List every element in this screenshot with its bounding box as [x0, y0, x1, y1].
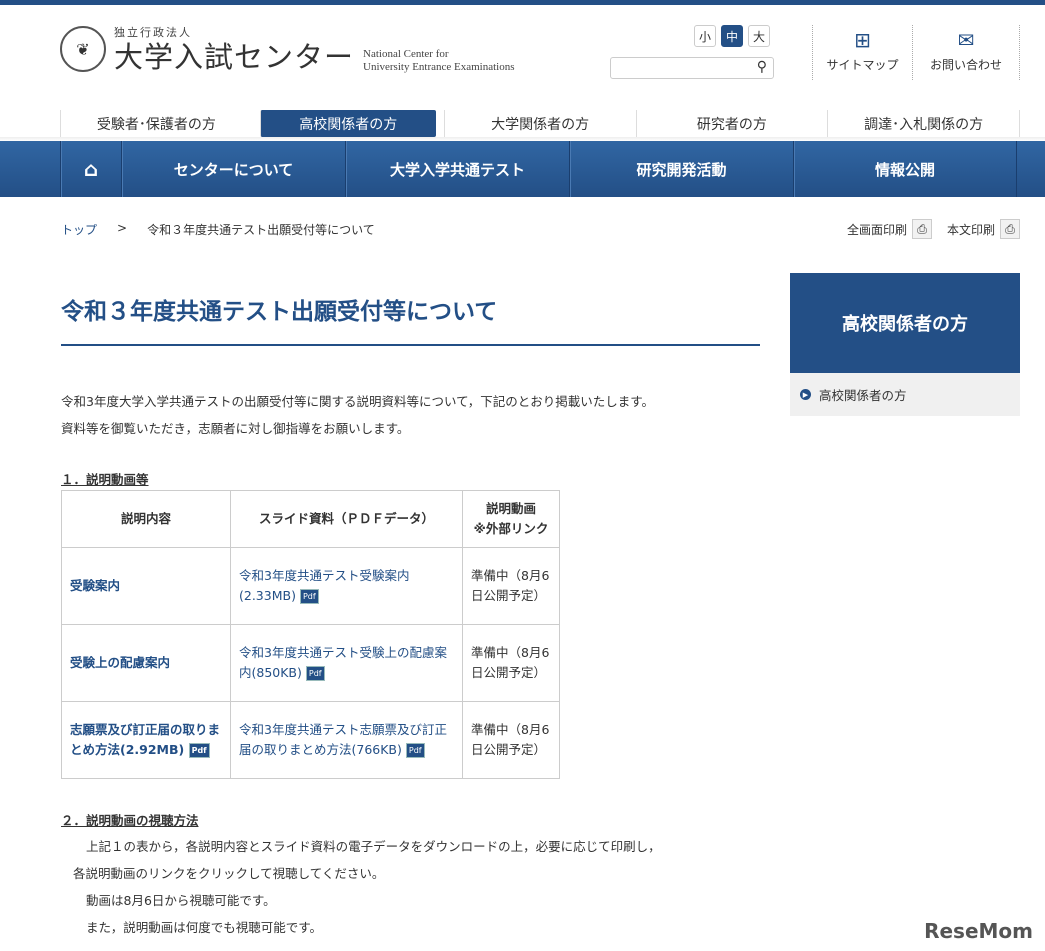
table-row: 受験案内 令和3年度共通テスト受験案内(2.33MB) Pdf 準備中（8月6日… — [61, 547, 560, 625]
search-icon[interactable]: ⚲ — [757, 59, 767, 75]
font-size-switcher: 小 中 大 — [694, 25, 770, 47]
audience-high-school[interactable]: 高校関係者の方 — [259, 110, 436, 137]
breadcrumb: トップ > 令和３年度共通テスト出願受付等について — [61, 221, 375, 238]
pdf-link[interactable]: 令和3年度共通テスト受験案内(2.33MB) Pdf — [230, 547, 463, 625]
pdf-link[interactable]: 令和3年度共通テスト志願票及び訂正届の取りまとめ方法(766KB) Pdf — [230, 701, 463, 779]
sitemap-icon: ⊞ — [854, 28, 871, 52]
nav-research[interactable]: 研究開発活動 — [569, 141, 793, 197]
main-nav: ⌂ センターについて 大学入学共通テスト 研究開発活動 情報公開 — [0, 141, 1045, 197]
pdf-icon: Pdf — [405, 743, 425, 758]
intro-text: 令和3年度大学入学共通テストの出願受付等に関する説明資料等について，下記のとおり… — [61, 394, 654, 436]
search-input[interactable]: ⚲ — [610, 57, 774, 79]
font-size-medium[interactable]: 中 — [721, 25, 743, 47]
pdf-icon: Pdf — [188, 743, 210, 758]
section-heading: ２．説明動画の視聴方法 — [61, 813, 199, 828]
audience-researchers[interactable]: 研究者の方 — [635, 110, 828, 137]
pdf-link[interactable]: 志願票及び訂正届の取りまとめ方法(2.92MB) Pdf — [61, 701, 231, 779]
sidebar-item-high-school[interactable]: ▶ 高校関係者の方 — [790, 373, 1020, 416]
audience-procurement[interactable]: 調達･入札関係の方 — [827, 110, 1020, 137]
section-heading: １．説明動画等 — [61, 472, 149, 487]
body-text: 上記１の表から，各説明内容とスライド資料の電子データをダウンロードの上，必要に応… — [73, 839, 661, 935]
nav-about[interactable]: センターについて — [121, 141, 345, 197]
audience-nav: 受験者･保護者の方 高校関係者の方 大学関係者の方 研究者の方 調達･入札関係の… — [60, 110, 1020, 137]
pdf-icon: Pdf — [299, 589, 319, 604]
printer-icon: ⎙ — [1000, 219, 1021, 239]
print-body-button[interactable]: 本文印刷 ⎙ — [947, 219, 1021, 239]
print-full-button[interactable]: 全画面印刷 ⎙ — [847, 219, 933, 239]
pdf-icon: Pdf — [305, 666, 325, 681]
audience-examinees[interactable]: 受験者･保護者の方 — [60, 110, 252, 137]
logo-seal-icon: ❦ — [60, 26, 106, 72]
top-bar — [0, 0, 1045, 5]
org-name: 大学入試センター — [114, 40, 355, 74]
pdf-link[interactable]: 令和3年度共通テスト受験上の配慮案内(850KB) Pdf — [230, 624, 463, 702]
table-row: 受験上の配慮案内 令和3年度共通テスト受験上の配慮案内(850KB) Pdf 準… — [61, 624, 560, 702]
font-size-small[interactable]: 小 — [694, 25, 716, 47]
chevron-right-icon: ▶ — [800, 389, 811, 400]
page-title: 令和３年度共通テスト出願受付等について — [61, 299, 498, 325]
nav-disclosure[interactable]: 情報公開 — [793, 141, 1017, 197]
nav-common-test[interactable]: 大学入学共通テスト — [345, 141, 569, 197]
printer-icon: ⎙ — [912, 219, 933, 239]
org-english-name: National Center for University Entrance E… — [363, 48, 515, 73]
contact-link[interactable]: ✉ お問い合わせ — [912, 25, 1020, 80]
org-type: 独立行政法人 — [114, 26, 192, 39]
sidebar-heading: 高校関係者の方 — [790, 273, 1020, 373]
materials-table: 説明内容 スライド資料（ＰＤＦデータ） 説明動画 ※外部リンク 受験案内 令和3年… — [61, 490, 560, 779]
mail-icon: ✉ — [957, 28, 975, 52]
watermark-logo: ReseMom — [924, 919, 1033, 943]
sitemap-link[interactable]: ⊞ サイトマップ — [812, 25, 912, 80]
site-logo[interactable]: ❦ 独立行政法人 大学入試センター — [60, 24, 354, 74]
table-row: 志願票及び訂正届の取りまとめ方法(2.92MB) Pdf 令和3年度共通テスト志… — [61, 701, 560, 779]
breadcrumb-top[interactable]: トップ — [61, 221, 97, 238]
breadcrumb-current: 令和３年度共通テスト出願受付等について — [147, 223, 375, 237]
audience-university[interactable]: 大学関係者の方 — [443, 110, 636, 137]
home-icon[interactable]: ⌂ — [60, 141, 121, 197]
font-size-large[interactable]: 大 — [748, 25, 770, 47]
table-header: 説明内容 スライド資料（ＰＤＦデータ） 説明動画 ※外部リンク — [61, 490, 560, 548]
